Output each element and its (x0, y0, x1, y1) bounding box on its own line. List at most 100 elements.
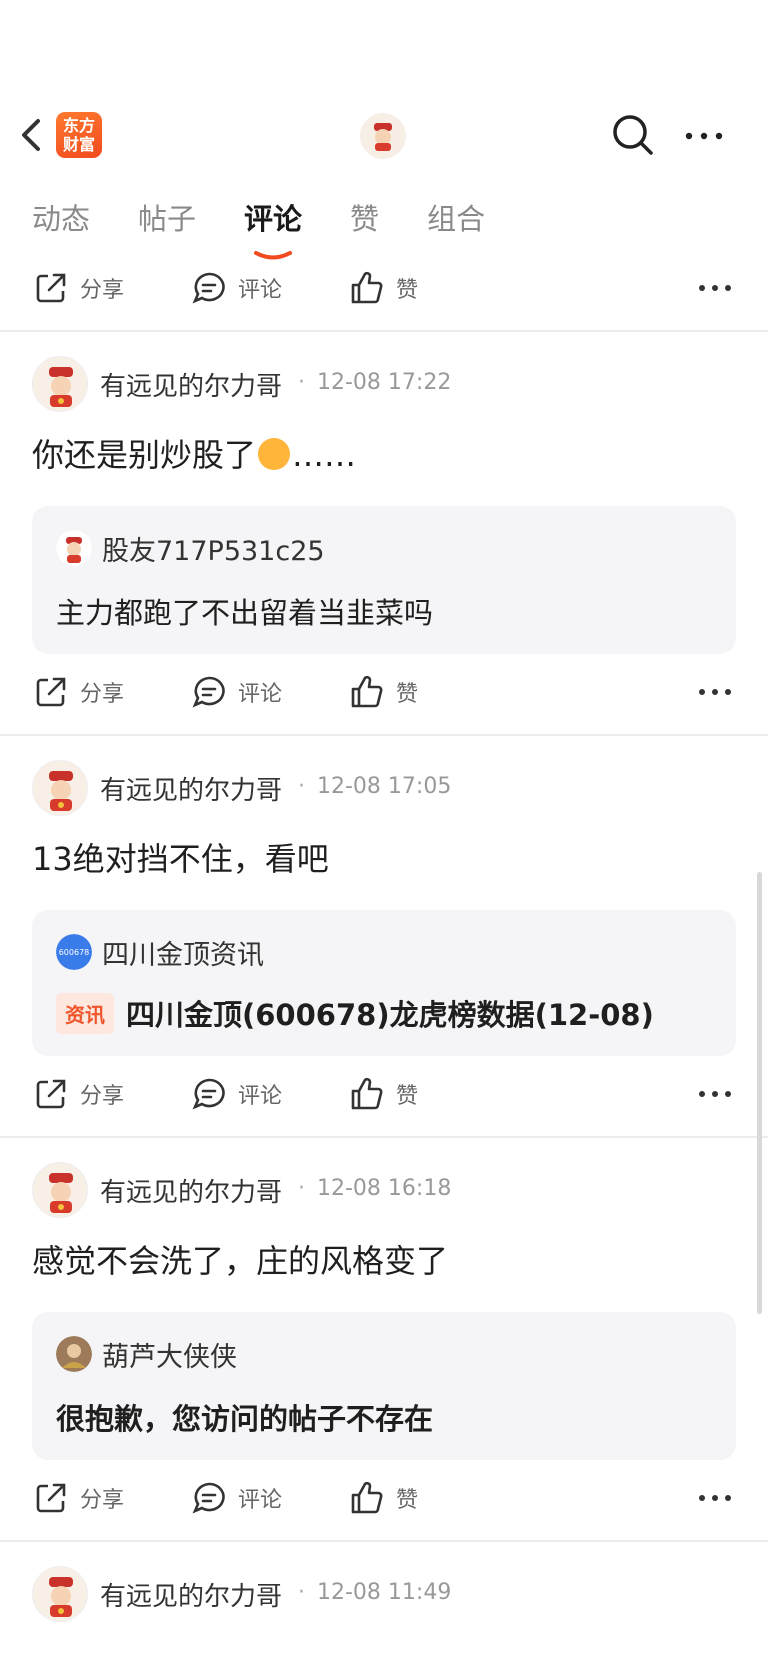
comment-text: 感觉不会洗了，庄的风格变了 (32, 1242, 449, 1280)
comment-icon (192, 1482, 225, 1514)
timestamp: 12-08 11:49 (298, 1580, 451, 1605)
tab-label: 评论 (244, 202, 303, 236)
caishen-avatar-icon (361, 114, 405, 158)
like-button[interactable]: 赞 (350, 268, 418, 308)
comment-item[interactable]: 有远见的尔力哥 12-08 16:18 感觉不会洗了，庄的风格变了 葫芦大侠侠 … (0, 1138, 768, 1542)
scrollbar[interactable] (757, 872, 762, 1314)
caishen-avatar-icon (49, 367, 73, 407)
like-label: 赞 (396, 682, 419, 707)
comment-feed: 分享 评论 赞 有远见的尔力哥 12-08 17:22 你还是别炒股了 …… 股友… (0, 250, 768, 1630)
author-name[interactable]: 有远见的尔力哥 (100, 770, 282, 807)
more-icon[interactable] (698, 1082, 732, 1106)
like-button[interactable]: 赞 (350, 1074, 418, 1114)
comment-text-part: 你还是别炒股了 (32, 436, 257, 474)
news-title: 四川金顶(600678)龙虎榜数据(12-08) (126, 998, 654, 1032)
quoted-text: 很抱歉，您访问的帖子不存在 (56, 1402, 434, 1436)
stock-avatar-icon: 600678 (56, 934, 92, 970)
tab-dynamics[interactable]: 动态 (32, 196, 90, 246)
share-button[interactable]: 分享 (34, 1478, 124, 1518)
caishen-avatar-icon (49, 1577, 73, 1617)
back-arrow-icon[interactable] (18, 115, 46, 155)
like-label: 赞 (396, 278, 419, 303)
quoted-text: 主力都跑了不出留着当韭菜吗 (56, 596, 434, 630)
comment-header: 有远见的尔力哥 12-08 17:05 (0, 736, 768, 824)
avatar[interactable] (32, 1162, 88, 1218)
tab-comments[interactable]: 评论 (244, 196, 303, 260)
share-label: 分享 (80, 1084, 125, 1109)
tab-label: 组合 (427, 202, 486, 236)
tab-label: 帖子 (138, 202, 197, 236)
comment-button[interactable]: 评论 (192, 672, 282, 712)
comment-item[interactable]: 有远见的尔力哥 12-08 17:05 13绝对挡不住，看吧 600678 四川… (0, 736, 768, 1138)
share-icon (36, 1483, 66, 1513)
caishen-avatar-icon (49, 1173, 73, 1213)
quoted-post[interactable]: 股友717P531c25 主力都跑了不出留着当韭菜吗 (32, 506, 736, 654)
avatar[interactable] (32, 1566, 88, 1622)
share-button[interactable]: 分享 (34, 672, 124, 712)
comment-button[interactable]: 评论 (192, 1074, 282, 1114)
comment-item[interactable]: 有远见的尔力哥 12-08 17:22 你还是别炒股了 …… 股友717P531c… (0, 332, 768, 736)
profile-avatar[interactable] (360, 113, 406, 159)
like-label: 赞 (396, 1084, 419, 1109)
quoted-news[interactable]: 600678 四川金顶资讯 资讯 四川金顶(600678)龙虎榜数据(12-08… (32, 910, 736, 1056)
author-name[interactable]: 有远见的尔力哥 (100, 1576, 282, 1613)
comment-header: 有远见的尔力哥 12-08 16:18 (0, 1138, 768, 1226)
news-row: 资讯 四川金顶(600678)龙虎榜数据(12-08) (56, 992, 712, 1034)
share-icon (36, 273, 66, 303)
share-label: 分享 (80, 278, 125, 303)
comment-text: 你还是别炒股了 …… (32, 420, 736, 492)
thumbs-up-icon (351, 675, 383, 708)
comment-button[interactable]: 评论 (192, 1478, 282, 1518)
app-logo: 东方 财富 (56, 112, 102, 158)
quoted-author: 葫芦大侠侠 (102, 1341, 237, 1373)
action-bar: 分享 评论 赞 (0, 1056, 768, 1136)
more-icon[interactable] (698, 1486, 732, 1510)
share-icon (36, 1079, 66, 1109)
quoted-post[interactable]: 葫芦大侠侠 很抱歉，您访问的帖子不存在 (32, 1312, 736, 1460)
share-button[interactable]: 分享 (34, 268, 124, 308)
avatar[interactable] (32, 760, 88, 816)
comment-label: 评论 (238, 682, 283, 707)
comment-icon (192, 1078, 225, 1110)
comment-label: 评论 (238, 1084, 283, 1109)
logo-line-1: 东方 (62, 116, 95, 135)
share-icon (36, 677, 66, 707)
comment-icon (192, 676, 225, 708)
comment-button[interactable]: 评论 (192, 268, 282, 308)
timestamp: 12-08 16:18 (298, 1176, 451, 1201)
top-bar: 东方 财富 动态 帖子 评论 赞 组合 (0, 0, 768, 260)
tab-likes[interactable]: 赞 (350, 196, 379, 246)
quoted-author: 四川金顶资讯 (102, 939, 264, 971)
more-icon[interactable] (698, 680, 732, 704)
search-icon[interactable] (612, 114, 654, 156)
like-button[interactable]: 赞 (350, 672, 418, 712)
quoted-header: 600678 四川金顶资讯 (56, 932, 712, 972)
caishen-avatar-icon (56, 530, 92, 566)
comment-item[interactable]: 有远见的尔力哥 12-08 11:49 (0, 1542, 768, 1630)
tab-portfolio[interactable]: 组合 (427, 196, 485, 246)
comment-text: 13绝对挡不住，看吧 (32, 840, 329, 878)
avatar[interactable] (32, 356, 88, 412)
action-bar: 分享 评论 赞 (0, 1460, 768, 1540)
action-bar: 分享 评论 赞 (0, 654, 768, 734)
like-label: 赞 (396, 1488, 419, 1513)
sweat-emoji-icon (258, 438, 291, 470)
quoted-header: 葫芦大侠侠 (56, 1334, 712, 1374)
share-label: 分享 (80, 1488, 125, 1513)
share-button[interactable]: 分享 (34, 1074, 124, 1114)
stock-avatar-code: 600678 (59, 948, 90, 957)
comment-label: 评论 (238, 278, 283, 303)
more-icon[interactable] (684, 124, 724, 148)
comment-header: 有远见的尔力哥 12-08 11:49 (0, 1542, 768, 1630)
like-button[interactable]: 赞 (350, 1478, 418, 1518)
action-bar: 分享 评论 赞 (0, 250, 768, 330)
comment-icon (192, 272, 225, 304)
news-badge: 资讯 (56, 992, 114, 1034)
user-avatar-icon (56, 1336, 92, 1372)
tab-posts[interactable]: 帖子 (138, 196, 196, 246)
author-name[interactable]: 有远见的尔力哥 (100, 1172, 282, 1209)
timestamp: 12-08 17:05 (298, 774, 451, 799)
author-name[interactable]: 有远见的尔力哥 (100, 366, 282, 403)
quoted-header: 股友717P531c25 (56, 528, 712, 568)
more-icon[interactable] (698, 276, 732, 300)
